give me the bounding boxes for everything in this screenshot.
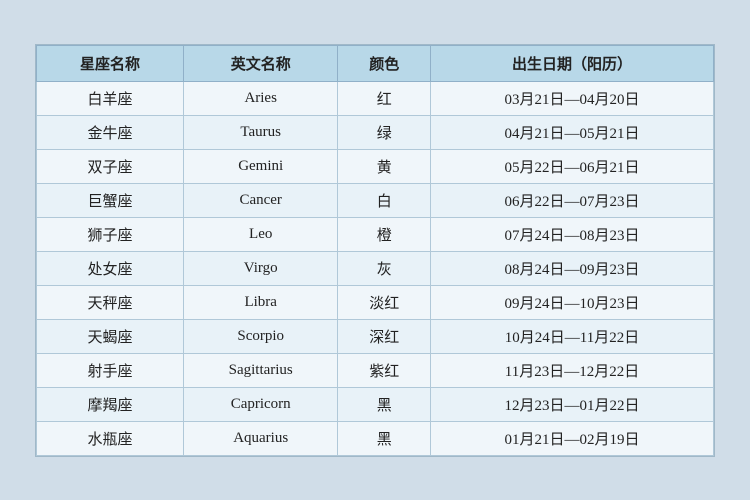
cell-color: 黄 (338, 149, 431, 183)
cell-english-name: Virgo (183, 251, 337, 285)
cell-chinese-name: 狮子座 (37, 217, 184, 251)
cell-dates: 05月22日—06月21日 (430, 149, 713, 183)
cell-dates: 04月21日—05月21日 (430, 115, 713, 149)
cell-dates: 10月24日—11月22日 (430, 319, 713, 353)
table-row: 处女座Virgo灰08月24日—09月23日 (37, 251, 714, 285)
cell-english-name: Sagittarius (183, 353, 337, 387)
header-chinese-name: 星座名称 (37, 45, 184, 81)
cell-chinese-name: 水瓶座 (37, 421, 184, 455)
table-row: 双子座Gemini黄05月22日—06月21日 (37, 149, 714, 183)
cell-dates: 08月24日—09月23日 (430, 251, 713, 285)
cell-color: 白 (338, 183, 431, 217)
header-color: 颜色 (338, 45, 431, 81)
cell-color: 橙 (338, 217, 431, 251)
cell-dates: 07月24日—08月23日 (430, 217, 713, 251)
cell-english-name: Leo (183, 217, 337, 251)
cell-dates: 11月23日—12月22日 (430, 353, 713, 387)
cell-english-name: Aries (183, 81, 337, 115)
cell-color: 紫红 (338, 353, 431, 387)
table-row: 金牛座Taurus绿04月21日—05月21日 (37, 115, 714, 149)
cell-dates: 01月21日—02月19日 (430, 421, 713, 455)
cell-color: 深红 (338, 319, 431, 353)
cell-english-name: Scorpio (183, 319, 337, 353)
table-row: 天蝎座Scorpio深红10月24日—11月22日 (37, 319, 714, 353)
cell-chinese-name: 处女座 (37, 251, 184, 285)
cell-color: 黑 (338, 387, 431, 421)
cell-english-name: Aquarius (183, 421, 337, 455)
cell-color: 黑 (338, 421, 431, 455)
header-dates: 出生日期（阳历） (430, 45, 713, 81)
table-row: 水瓶座Aquarius黑01月21日—02月19日 (37, 421, 714, 455)
cell-english-name: Taurus (183, 115, 337, 149)
table-row: 巨蟹座Cancer白06月22日—07月23日 (37, 183, 714, 217)
cell-chinese-name: 摩羯座 (37, 387, 184, 421)
cell-dates: 09月24日—10月23日 (430, 285, 713, 319)
cell-chinese-name: 巨蟹座 (37, 183, 184, 217)
table-row: 白羊座Aries红03月21日—04月20日 (37, 81, 714, 115)
cell-chinese-name: 金牛座 (37, 115, 184, 149)
zodiac-table-container: 星座名称 英文名称 颜色 出生日期（阳历） 白羊座Aries红03月21日—04… (35, 44, 715, 457)
cell-english-name: Libra (183, 285, 337, 319)
cell-dates: 12月23日—01月22日 (430, 387, 713, 421)
cell-color: 淡红 (338, 285, 431, 319)
cell-color: 灰 (338, 251, 431, 285)
cell-chinese-name: 天秤座 (37, 285, 184, 319)
cell-chinese-name: 射手座 (37, 353, 184, 387)
cell-chinese-name: 天蝎座 (37, 319, 184, 353)
cell-chinese-name: 双子座 (37, 149, 184, 183)
table-row: 狮子座Leo橙07月24日—08月23日 (37, 217, 714, 251)
table-row: 天秤座Libra淡红09月24日—10月23日 (37, 285, 714, 319)
cell-color: 绿 (338, 115, 431, 149)
cell-english-name: Cancer (183, 183, 337, 217)
table-header-row: 星座名称 英文名称 颜色 出生日期（阳历） (37, 45, 714, 81)
table-body: 白羊座Aries红03月21日—04月20日金牛座Taurus绿04月21日—0… (37, 81, 714, 455)
cell-dates: 03月21日—04月20日 (430, 81, 713, 115)
cell-color: 红 (338, 81, 431, 115)
zodiac-table: 星座名称 英文名称 颜色 出生日期（阳历） 白羊座Aries红03月21日—04… (36, 45, 714, 456)
header-english-name: 英文名称 (183, 45, 337, 81)
table-row: 射手座Sagittarius紫红11月23日—12月22日 (37, 353, 714, 387)
cell-english-name: Gemini (183, 149, 337, 183)
cell-english-name: Capricorn (183, 387, 337, 421)
cell-dates: 06月22日—07月23日 (430, 183, 713, 217)
table-row: 摩羯座Capricorn黑12月23日—01月22日 (37, 387, 714, 421)
cell-chinese-name: 白羊座 (37, 81, 184, 115)
